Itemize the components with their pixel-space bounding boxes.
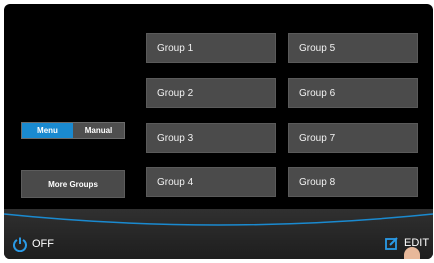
divider-arc (4, 213, 433, 226)
group-1-button[interactable]: Group 1 (146, 33, 276, 63)
group-8-button[interactable]: Group 8 (288, 167, 418, 197)
group-7-button[interactable]: Group 7 (288, 123, 418, 153)
more-groups-button[interactable]: More Groups (21, 170, 125, 198)
manual-mode-button[interactable]: Manual (73, 123, 124, 138)
edit-icon (385, 237, 398, 250)
finger-illustration (404, 247, 420, 259)
device-screen: Menu Manual More Groups Group 1 Group 2 … (4, 4, 433, 259)
group-6-button[interactable]: Group 6 (288, 78, 418, 108)
group-5-button[interactable]: Group 5 (288, 33, 418, 63)
group-2-button[interactable]: Group 2 (146, 78, 276, 108)
menu-mode-button[interactable]: Menu (22, 123, 73, 138)
power-icon (13, 237, 27, 252)
group-4-button[interactable]: Group 4 (146, 167, 276, 197)
off-label: OFF (32, 238, 54, 250)
off-button[interactable]: OFF (12, 236, 54, 252)
group-3-button[interactable]: Group 3 (146, 123, 276, 153)
mode-toggle[interactable]: Menu Manual (21, 122, 125, 139)
